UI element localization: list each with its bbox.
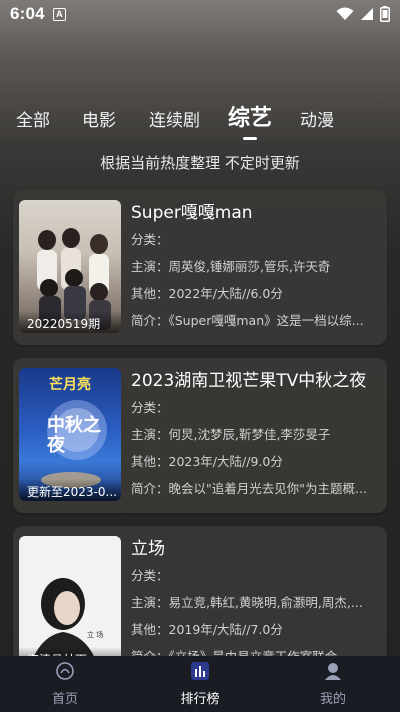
card-info: 立场 分类： 主演：易立竞,韩红,黄晓明,俞灏明,周杰,... 其他：2019年…	[131, 536, 379, 670]
show-title: 立场	[131, 539, 165, 559]
cast-row: 主演：易立竞,韩红,黄晓明,俞灏明,周杰,...	[131, 595, 363, 610]
cast-row: 主演：何炅,沈梦辰,靳梦佳,李莎旻子	[131, 427, 331, 442]
poster-caption: 20220519期	[19, 311, 121, 333]
category-row: 分类：	[131, 232, 169, 247]
poster-image: 20220519期	[19, 200, 121, 333]
other-row: 其他：2022年/大陆//6.0分	[131, 286, 283, 301]
other-row: 其他：2019年/大陆//7.0分	[131, 622, 283, 637]
tab-all[interactable]: 全部	[16, 106, 50, 131]
show-card[interactable]: 芒月亮 中秋之夜 更新至2023-0... 2023湖南卫视芒果TV中秋之夜 分…	[13, 358, 387, 513]
intro-row: 简介：《Super嘎嘎man》这是一档以综...	[131, 313, 364, 328]
category-row: 分类：	[131, 568, 169, 583]
status-bar: 6:04 A	[0, 0, 400, 28]
poster-title-text: 中秋之夜	[47, 415, 101, 456]
tab-variety[interactable]: 综艺	[228, 100, 272, 132]
cast-row: 主演：周英俊,锤娜丽莎,管乐,许天奇	[131, 259, 331, 274]
tab-anime[interactable]: 动漫	[300, 106, 334, 131]
tab-movie[interactable]: 电影	[82, 106, 116, 131]
notification-a-icon: A	[52, 7, 66, 21]
poster-image: 立 场 海清县林下	[19, 536, 121, 669]
nav-home-label: 首页	[51, 692, 78, 707]
nav-home[interactable]: 首页	[30, 661, 100, 707]
nav-profile-label: 我的	[319, 692, 346, 707]
category-row: 分类：	[131, 400, 169, 415]
profile-icon	[325, 663, 341, 680]
show-title: 2023湖南卫视芒果TV中秋之夜	[131, 371, 367, 391]
poster-caption: 更新至2023-0...	[19, 479, 121, 501]
nav-profile[interactable]: 我的	[298, 661, 368, 707]
ranking-icon	[191, 662, 209, 680]
wifi-icon	[336, 7, 354, 20]
card-info: 2023湖南卫视芒果TV中秋之夜 分类： 主演：何炅,沈梦辰,靳梦佳,李莎旻子 …	[131, 368, 379, 502]
nav-ranking[interactable]: 排行榜	[165, 661, 235, 707]
home-icon	[56, 662, 74, 680]
card-info: Super嘎嘎man 分类： 主演：周英俊,锤娜丽莎,管乐,许天奇 其他：202…	[131, 200, 379, 334]
status-time: 6:04	[10, 4, 45, 23]
other-row: 其他：2023年/大陆//9.0分	[131, 454, 283, 469]
signal-icon	[361, 8, 373, 20]
ranking-subtitle: 根据当前热度整理 不定时更新	[100, 154, 300, 172]
category-tabs: 全部 电影 连续剧 综艺 动漫	[0, 100, 400, 140]
poster-title-text: 立 场	[87, 631, 104, 639]
tab-series[interactable]: 连续剧	[149, 106, 200, 131]
bottom-nav: 首页 排行榜 我的	[0, 656, 400, 712]
intro-row: 简介：晚会以"追着月光去见你"为主题概...	[131, 481, 367, 496]
poster-image: 芒月亮 中秋之夜 更新至2023-0...	[19, 368, 121, 501]
nav-ranking-label: 排行榜	[180, 692, 220, 707]
poster-logo-text: 芒月亮	[49, 377, 91, 393]
show-card[interactable]: 20220519期 Super嘎嘎man 分类： 主演：周英俊,锤娜丽莎,管乐,…	[13, 190, 387, 345]
show-title: Super嘎嘎man	[131, 203, 253, 223]
battery-icon	[380, 6, 390, 22]
